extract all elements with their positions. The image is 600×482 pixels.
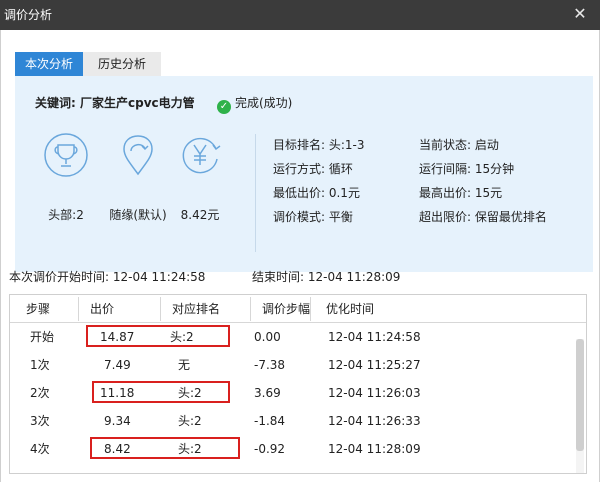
table-row[interactable]: 1次 7.49 无 -7.38 12-04 11:25:27 [10, 351, 580, 379]
cell-bid: 7.49 [104, 358, 131, 372]
column-divider[interactable] [78, 297, 79, 321]
cell-step: 开始 [30, 330, 55, 344]
cell-step: 2次 [30, 386, 50, 400]
tab-history-analysis[interactable]: 历史分析 [83, 52, 161, 76]
cell-time: 12-04 11:24:58 [328, 330, 421, 344]
table-header: 步骤 出价 对应排名 调价步幅 优化时间 [10, 295, 586, 323]
column-divider[interactable] [160, 297, 161, 321]
cell-time: 12-04 11:25:27 [328, 358, 421, 372]
cell-rank: 无 [178, 358, 191, 372]
header-step[interactable]: 步骤 [26, 295, 50, 323]
panel-divider [255, 134, 256, 252]
adjust-table: 步骤 出价 对应排名 调价步幅 优化时间 开始 14.87 头:2 0.00 1… [9, 294, 587, 474]
table-row[interactable]: 4次 8.42 头:2 -0.92 12-04 11:28:09 [10, 435, 580, 463]
cell-step: 1次 [30, 358, 50, 372]
location-pin-icon [123, 135, 153, 176]
table-row[interactable]: 2次 11.18 头:2 3.69 12-04 11:26:03 [10, 379, 580, 407]
run-mode: 运行方式: 循环 [273, 162, 353, 176]
summary-panel: 关键词: 厂家生产cpvc电力管 ✓ 完成(成功) 头部:2 随缘(默认) 8.4… [15, 76, 593, 272]
run-interval: 运行间隔: 15分钟 [419, 162, 515, 176]
min-bid: 最低出价: 0.1元 [273, 186, 360, 200]
cell-rank: 头:2 [178, 414, 202, 428]
stat-head-rank: 头部:2 [48, 208, 84, 222]
end-time: 结束时间: 12-04 11:28:09 [252, 270, 401, 284]
timing-row: 本次调价开始时间: 12-04 11:24:58 结束时间: 12-04 11:… [9, 268, 569, 286]
header-bid[interactable]: 出价 [90, 295, 114, 323]
close-icon[interactable]: ✕ [570, 4, 590, 24]
column-divider[interactable] [310, 297, 311, 321]
cell-time: 12-04 11:28:09 [328, 442, 421, 456]
target-rank: 目标排名: 头:1-3 [273, 138, 365, 152]
highlight-box [90, 437, 240, 459]
cell-delta: -0.92 [254, 442, 286, 456]
highlight-box [92, 381, 230, 403]
start-time: 本次调价开始时间: 12-04 11:24:58 [9, 270, 206, 284]
over-limit: 超出限价: 保留最优排名 [419, 210, 547, 224]
current-state: 当前状态: 启动 [419, 138, 499, 152]
cell-step: 3次 [30, 414, 50, 428]
status-row: ✓ 完成(成功) [217, 94, 292, 114]
yen-refresh-icon [182, 137, 221, 174]
stat-price: 8.42元 [180, 208, 220, 222]
success-check-icon: ✓ [217, 100, 231, 114]
cell-bid: 9.34 [104, 414, 131, 428]
header-rank[interactable]: 对应排名 [172, 295, 220, 323]
header-delta[interactable]: 调价步幅 [262, 295, 310, 323]
title-bar: 调价分析 ✕ [0, 0, 600, 30]
max-bid: 最高出价: 15元 [419, 186, 503, 200]
window-title: 调价分析 [4, 8, 53, 22]
tab-current-analysis[interactable]: 本次分析 [15, 52, 83, 76]
cell-time: 12-04 11:26:03 [328, 386, 421, 400]
trophy-icon [44, 133, 88, 177]
scrollbar-thumb[interactable] [576, 339, 584, 451]
cell-delta: -1.84 [254, 414, 286, 428]
dialog-body: 本次分析 历史分析 关键词: 厂家生产cpvc电力管 ✓ 完成(成功) 头部:2… [0, 30, 600, 482]
keyword-value: 厂家生产cpvc电力管 [80, 96, 195, 110]
adjust-mode: 调价模式: 平衡 [273, 210, 353, 224]
column-divider[interactable] [250, 297, 251, 321]
keyword-row: 关键词: 厂家生产cpvc电力管 [35, 94, 195, 111]
cell-time: 12-04 11:26:33 [328, 414, 421, 428]
table-row[interactable]: 3次 9.34 头:2 -1.84 12-04 11:26:33 [10, 407, 580, 435]
table-row[interactable]: 开始 14.87 头:2 0.00 12-04 11:24:58 [10, 323, 580, 351]
cell-step: 4次 [30, 442, 50, 456]
header-time[interactable]: 优化时间 [326, 295, 374, 323]
cell-delta: -7.38 [254, 358, 286, 372]
keyword-label: 关键词: [35, 96, 76, 110]
highlight-box [86, 325, 230, 347]
cell-delta: 3.69 [254, 386, 281, 400]
cell-delta: 0.00 [254, 330, 281, 344]
status-text: 完成(成功) [235, 96, 293, 110]
